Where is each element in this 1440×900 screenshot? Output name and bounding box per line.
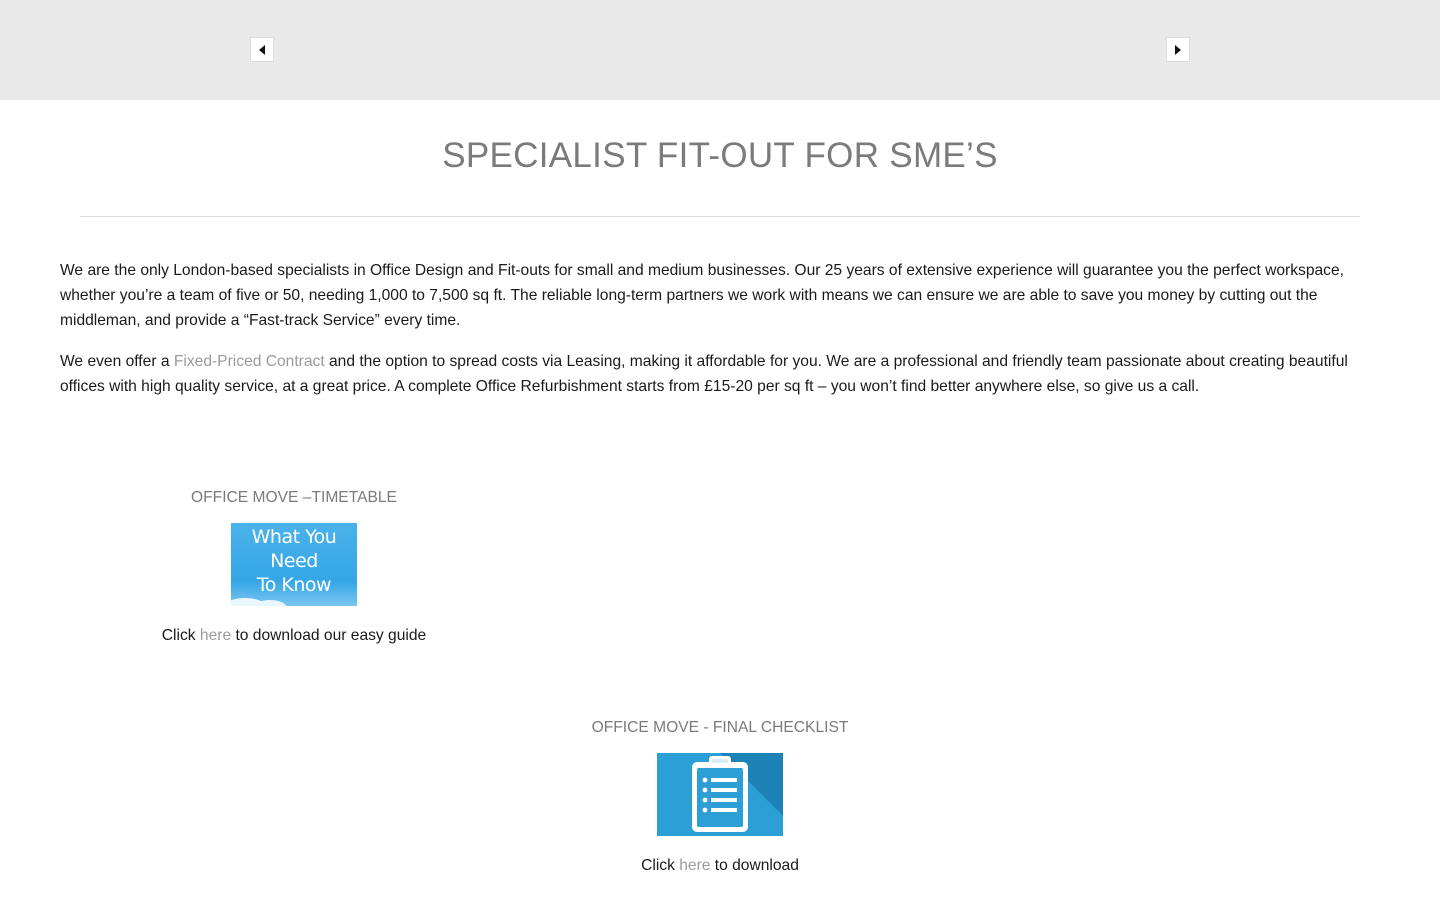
caption-text: Click (641, 857, 680, 874)
clipboard-icon (692, 756, 748, 832)
caption-text: Click (161, 627, 200, 644)
arrow-left-icon (259, 44, 265, 55)
guide-image-text: What You Need To Know (231, 525, 357, 597)
slider-prev-button[interactable] (250, 37, 274, 62)
guide-image-line-3: To Know (256, 574, 332, 596)
fixed-priced-contract-link[interactable]: Fixed-Priced Contract (174, 353, 325, 370)
timetable-download-link[interactable]: here (200, 627, 231, 644)
intro-text: We are the only London-based specialists… (60, 258, 1380, 415)
slider-next-button[interactable] (1166, 37, 1190, 62)
caption-text: to download our easy guide (231, 627, 427, 644)
guide-image-line-1: What You (251, 526, 337, 548)
checklist-caption: Click here to download (520, 856, 920, 876)
cloud-shape (253, 600, 287, 606)
timetable-guide-image[interactable]: What You Need To Know (231, 523, 357, 606)
timetable-heading: OFFICE MOVE –TIMETABLE (191, 489, 397, 506)
timetable-caption: Click here to download our easy guide (140, 626, 448, 646)
hero-slider (0, 0, 1440, 100)
caption-text: to download (710, 857, 799, 874)
title-divider (80, 216, 1360, 217)
guide-image-line-2: Need (270, 550, 318, 572)
arrow-right-icon (1175, 44, 1181, 55)
checklist-resource: OFFICE MOVE - FINAL CHECKLIST Click here… (520, 718, 920, 876)
timetable-resource: OFFICE MOVE –TIMETABLE What You Need To … (140, 488, 448, 646)
intro-paragraph-1: We are the only London-based specialists… (60, 262, 1344, 329)
intro-paragraph-2-start: We even offer a (60, 353, 174, 370)
intro-paragraph-2: We even offer a Fixed-Priced Contract an… (60, 349, 1380, 399)
page-title: SPECIALIST FIT-OUT FOR SME’S (442, 136, 998, 175)
checklist-image[interactable] (657, 753, 783, 836)
checklist-heading: OFFICE MOVE - FINAL CHECKLIST (591, 719, 849, 736)
checklist-download-link[interactable]: here (679, 857, 710, 874)
